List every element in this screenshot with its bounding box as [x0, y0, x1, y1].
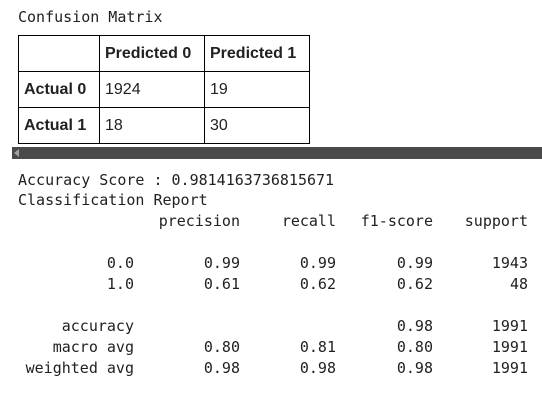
report-cell: 1991 — [491, 359, 528, 377]
column-header-predicted-0: Predicted 0 — [99, 35, 205, 72]
report-cell: 0.99 — [396, 254, 433, 272]
report-cell: 0.62 — [396, 275, 433, 293]
report-cell: 0.98 — [396, 359, 433, 377]
report-cell: 0.98 — [299, 359, 336, 377]
report-row-label: 1.0 — [106, 275, 134, 293]
report-header-support: support — [464, 212, 528, 230]
report-cell: 1943 — [491, 254, 528, 272]
row-header-actual-0: Actual 0 — [18, 71, 100, 108]
table-cell: 30 — [204, 107, 310, 144]
report-row-label: accuracy — [61, 317, 134, 335]
accuracy-score-line: Accuracy Score : 0.9814163736815671 — [18, 171, 335, 189]
report-row-label: weighted avg — [25, 359, 134, 377]
report-row-label: 0.0 — [106, 254, 134, 272]
report-header-f1-score: f1-score — [360, 212, 433, 230]
report-cell: 0.99 — [203, 254, 240, 272]
confusion-matrix-title: Confusion Matrix — [18, 8, 163, 26]
table-row: Actual 1 18 30 — [18, 107, 310, 144]
column-header-predicted-1: Predicted 1 — [204, 35, 310, 72]
table-row: Actual 0 1924 19 — [18, 71, 310, 108]
report-header-precision: precision — [158, 212, 240, 230]
report-cell: 0.80 — [396, 338, 433, 356]
row-header-actual-1: Actual 1 — [18, 107, 100, 144]
table-cell: 19 — [204, 71, 310, 108]
report-cell: 1991 — [491, 338, 528, 356]
report-cell: 0.62 — [299, 275, 336, 293]
scroll-left-icon[interactable] — [14, 149, 19, 157]
report-cell: 0.99 — [299, 254, 336, 272]
report-cell: 1991 — [491, 317, 528, 335]
report-cell: 0.98 — [396, 317, 433, 335]
classification-report-title: Classification Report — [18, 191, 208, 209]
report-cell: 0.98 — [203, 359, 240, 377]
report-cell: 0.81 — [299, 338, 336, 356]
horizontal-scrollbar[interactable] — [12, 147, 542, 159]
report-cell: 48 — [509, 275, 528, 293]
report-header-recall: recall — [281, 212, 336, 230]
table-cell: 1924 — [99, 71, 205, 108]
report-cell: 0.80 — [203, 338, 240, 356]
table-header-row: Predicted 0 Predicted 1 — [18, 35, 310, 72]
table-cell: 18 — [99, 107, 205, 144]
confusion-matrix-table: Predicted 0 Predicted 1 Actual 0 1924 19… — [18, 35, 310, 144]
report-row-label: macro avg — [52, 338, 134, 356]
report-cell: 0.61 — [203, 275, 240, 293]
table-corner-cell — [18, 35, 100, 72]
